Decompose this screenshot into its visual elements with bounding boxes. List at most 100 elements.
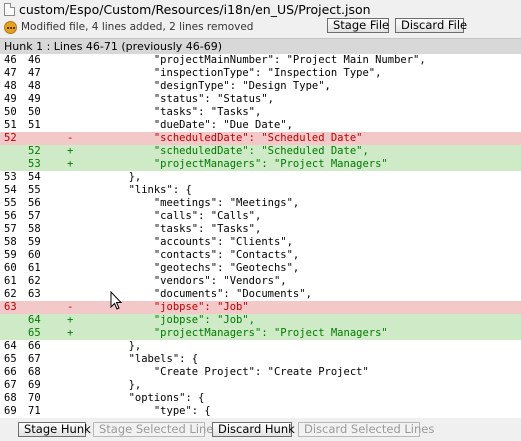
discard-file-button[interactable]: Discard File bbox=[395, 18, 467, 33]
old-line-number: 56 bbox=[4, 210, 17, 222]
context-line[interactable]: 56 57 "calls": "Calls", bbox=[0, 210, 521, 223]
line-text: "meetings": "Meetings", bbox=[78, 197, 300, 209]
old-line-number: 49 bbox=[4, 93, 17, 105]
context-line[interactable]: 60 61 "geotechs": "Geotechs", bbox=[0, 262, 521, 275]
discard-selected-lines-button[interactable]: Discard Selected Lines bbox=[298, 422, 434, 437]
new-line-number: 46 bbox=[28, 54, 41, 66]
context-line[interactable]: 58 59 "accounts": "Clients", bbox=[0, 236, 521, 249]
old-line-number: 65 bbox=[4, 353, 17, 365]
new-line-number: 52 bbox=[28, 145, 41, 157]
context-line[interactable]: 54 55 "links": { bbox=[0, 184, 521, 197]
line-text: }, bbox=[78, 171, 142, 183]
stage-file-button[interactable]: Stage File bbox=[327, 18, 389, 33]
line-text: "scheduledDate": "Scheduled Date" bbox=[78, 132, 363, 144]
context-line[interactable]: 61 62 "vendors": "Vendors", bbox=[0, 275, 521, 288]
context-line[interactable]: 53 54 }, bbox=[0, 171, 521, 184]
line-text: "geotechs": "Geotechs", bbox=[78, 262, 300, 274]
line-text: "scheduledDate": "Scheduled Date", bbox=[78, 145, 369, 157]
change-summary: Modified file, 4 lines added, 2 lines re… bbox=[21, 21, 254, 33]
line-text: "status": "Status", bbox=[78, 93, 274, 105]
old-line-number: 59 bbox=[4, 249, 17, 261]
context-line[interactable]: 69 71 "type": { bbox=[0, 405, 521, 418]
hunk-header: Hunk 1 : Lines 46-71 (previously 46-69) bbox=[0, 38, 521, 54]
new-line-number: 51 bbox=[28, 119, 41, 131]
added-line[interactable]: 65 + "projectManagers": "Project Managers… bbox=[0, 327, 521, 340]
line-text: "tasks": "Tasks", bbox=[78, 223, 262, 235]
line-text: "contacts": "Contacts", bbox=[78, 249, 300, 261]
stage-selected-lines-button[interactable]: Stage Selected Lines bbox=[93, 422, 219, 437]
context-line[interactable]: 48 48 "designType": "Design Type", bbox=[0, 80, 521, 93]
new-line-number: 63 bbox=[28, 288, 41, 300]
new-line-number: 48 bbox=[28, 80, 41, 92]
new-line-number: 69 bbox=[28, 379, 41, 391]
added-line[interactable]: 64 + "jobpse": "Job", bbox=[0, 314, 521, 327]
context-line[interactable]: 68 70 "options": { bbox=[0, 392, 521, 405]
line-text: "calls": "Calls", bbox=[78, 210, 262, 222]
new-line-number: 64 bbox=[28, 314, 41, 326]
context-line[interactable]: 50 50 "tasks": "Tasks", bbox=[0, 106, 521, 119]
hunk-title: Hunk 1 : Lines 46-71 (previously 46-69) bbox=[4, 40, 223, 53]
old-line-number: 58 bbox=[4, 236, 17, 248]
old-line-number: 61 bbox=[4, 275, 17, 287]
line-text: "dueDate": "Due Date", bbox=[78, 119, 293, 131]
line-text: "vendors": "Vendors", bbox=[78, 275, 287, 287]
context-line[interactable]: 64 66 }, bbox=[0, 340, 521, 353]
new-line-number: 70 bbox=[28, 392, 41, 404]
line-text: "projectManagers": "Project Managers" bbox=[78, 327, 388, 339]
removed-line[interactable]: 52 - "scheduledDate": "Scheduled Date" bbox=[0, 132, 521, 145]
file-path: custom/Espo/Custom/Resources/i18n/en_US/… bbox=[19, 2, 371, 17]
context-line[interactable]: 67 69 }, bbox=[0, 379, 521, 392]
new-line-number: 56 bbox=[28, 197, 41, 209]
old-line-number: 48 bbox=[4, 80, 17, 92]
mouse-cursor-icon bbox=[110, 291, 123, 310]
diff-view[interactable]: 46 46 "projectMainNumber": "Project Main … bbox=[0, 54, 521, 418]
context-line[interactable]: 55 56 "meetings": "Meetings", bbox=[0, 197, 521, 210]
file-icon bbox=[4, 3, 15, 16]
line-text: "projectMainNumber": "Project Main Numbe… bbox=[78, 54, 426, 66]
diff-sign: + bbox=[67, 327, 74, 339]
new-line-number: 66 bbox=[28, 340, 41, 352]
old-line-number: 52 bbox=[4, 132, 17, 144]
stage-hunk-button[interactable]: Stage Hunk bbox=[18, 422, 91, 437]
new-line-number: 55 bbox=[28, 184, 41, 196]
removed-line[interactable]: 63 - "jobpse": "Job" bbox=[0, 301, 521, 314]
line-text: "tasks": "Tasks", bbox=[78, 106, 262, 118]
context-line[interactable]: 65 67 "labels": { bbox=[0, 353, 521, 366]
added-line[interactable]: 52 + "scheduledDate": "Scheduled Date", bbox=[0, 145, 521, 158]
new-line-number: 53 bbox=[28, 158, 41, 170]
new-line-number: 61 bbox=[28, 262, 41, 274]
old-line-number: 54 bbox=[4, 184, 17, 196]
line-text: "Create Project": "Create Project" bbox=[78, 366, 369, 378]
line-text: "jobpse": "Job", bbox=[78, 314, 256, 326]
old-line-number: 53 bbox=[4, 171, 17, 183]
discard-hunk-button[interactable]: Discard Hunk bbox=[212, 422, 295, 437]
added-line[interactable]: 53 + "projectManagers": "Project Managers… bbox=[0, 158, 521, 171]
old-line-number: 47 bbox=[4, 67, 17, 79]
diff-sign: - bbox=[67, 132, 74, 144]
old-line-number: 60 bbox=[4, 262, 17, 274]
line-text: "inspectionType": "Inspection Type", bbox=[78, 67, 382, 79]
line-text: "options": { bbox=[78, 392, 205, 404]
new-line-number: 47 bbox=[28, 67, 41, 79]
diff-sign: + bbox=[67, 158, 74, 170]
old-line-number: 57 bbox=[4, 223, 17, 235]
diff-sign: + bbox=[67, 314, 74, 326]
new-line-number: 68 bbox=[28, 366, 41, 378]
context-line[interactable]: 57 58 "tasks": "Tasks", bbox=[0, 223, 521, 236]
context-line[interactable]: 62 63 "documents": "Documents", bbox=[0, 288, 521, 301]
context-line[interactable]: 59 60 "contacts": "Contacts", bbox=[0, 249, 521, 262]
context-line[interactable]: 49 49 "status": "Status", bbox=[0, 93, 521, 106]
context-line[interactable]: 47 47 "inspectionType": "Inspection Type"… bbox=[0, 67, 521, 80]
line-text: "links": { bbox=[78, 184, 192, 196]
hunk-actions: Stage Hunk Stage Selected Lines Discard … bbox=[0, 418, 521, 441]
line-text: "jobpse": "Job" bbox=[78, 301, 249, 313]
old-line-number: 69 bbox=[4, 405, 17, 417]
line-text: }, bbox=[78, 340, 142, 352]
new-line-number: 50 bbox=[28, 106, 41, 118]
context-line[interactable]: 51 51 "dueDate": "Due Date", bbox=[0, 119, 521, 132]
context-line[interactable]: 66 68 "Create Project": "Create Project" bbox=[0, 366, 521, 379]
old-line-number: 55 bbox=[4, 197, 17, 209]
line-text: "labels": { bbox=[78, 353, 199, 365]
old-line-number: 51 bbox=[4, 119, 17, 131]
context-line[interactable]: 46 46 "projectMainNumber": "Project Main … bbox=[0, 54, 521, 67]
